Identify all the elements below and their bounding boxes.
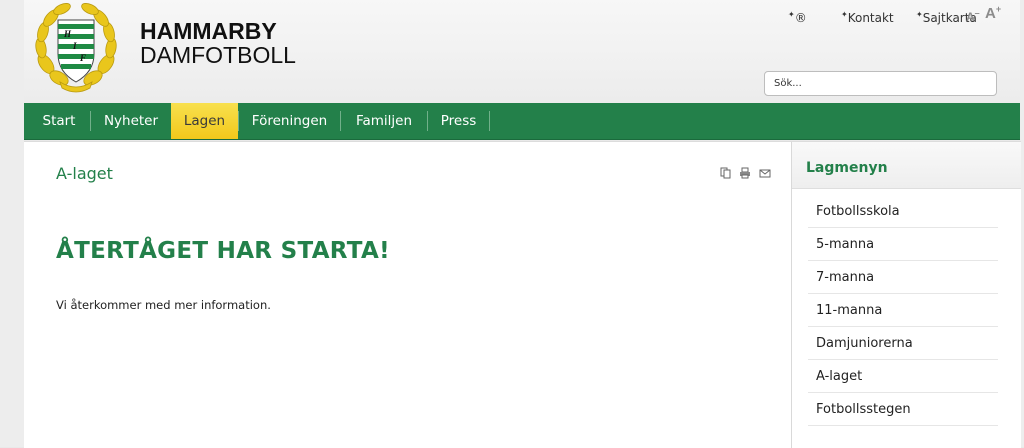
club-logo[interactable]: H I F [34,2,118,94]
sidebar-title: Lagmenyn [806,160,888,176]
brand-subtitle[interactable]: DAMFOTBOLL [140,42,296,69]
article-body: Vi återkommer med mer information. [56,298,271,312]
svg-text:F: F [79,53,86,63]
nav-press[interactable]: Press [428,103,489,139]
arrow-icon: ✦ [916,10,923,19]
contact-link[interactable]: ✦Kontakt [841,10,894,25]
sidebar-item-damjuniorerna[interactable]: Damjuniorerna [808,327,998,360]
nav-start[interactable]: Start [24,103,94,139]
svg-text:I: I [72,41,77,51]
svg-text:H: H [63,29,72,39]
main-content: A-laget ÅTERTÅGET HAR STARTA! Vi återkom… [24,141,791,448]
plus-icon: + [995,4,1002,14]
minus-icon: – [974,8,980,18]
nav-divider [489,111,490,131]
font-increase-button[interactable]: A+ [985,4,1001,22]
sidebar-item-5-manna[interactable]: 5-manna [808,228,998,261]
brand-name[interactable]: HAMMARBY [140,18,277,45]
arrow-icon: ✦ [841,10,848,19]
font-decrease-button[interactable]: A– [966,8,980,24]
sidebar-item-11-manna[interactable]: 11-manna [808,294,998,327]
article-headline: ÅTERTÅGET HAR STARTA! [56,238,390,264]
page-background-left [0,0,24,447]
laurel-crest-icon: H I F [35,3,117,93]
sidebar-item-7-manna[interactable]: 7-manna [808,261,998,294]
registered-link[interactable]: ✦® [788,10,807,25]
page-title: A-laget [56,164,113,183]
main-navigation: Start Nyheter Lagen Föreningen Familjen … [24,103,1020,140]
email-icon[interactable] [759,167,771,179]
registered-label: ® [794,11,807,25]
search-input[interactable] [764,71,997,96]
contact-label: Kontakt [847,11,894,25]
arrow-icon: ✦ [788,10,795,19]
print-icon[interactable] [739,167,751,179]
team-sidebar: Lagmenyn Fotbollsskola 5-manna 7-manna 1… [791,141,1021,448]
sidebar-item-fotbollsstegen[interactable]: Fotbollsstegen [808,393,998,426]
sidebar-header: Lagmenyn [792,142,1021,189]
pdf-icon[interactable] [720,167,732,179]
nav-foreningen[interactable]: Föreningen [239,103,340,139]
sidebar-item-fotbollsskola[interactable]: Fotbollsskola [808,195,998,228]
nav-lagen[interactable]: Lagen [171,103,238,139]
nav-familjen[interactable]: Familjen [341,103,427,139]
font-decrease-letter: A [966,10,975,24]
font-increase-letter: A [985,5,996,22]
nav-nyheter[interactable]: Nyheter [91,103,171,139]
sidebar-item-a-laget[interactable]: A-laget [808,360,998,393]
site-header: H I F HAMMARBY DAMFOTBOLL ✦® ✦Kontakt ✦S… [24,0,1020,103]
